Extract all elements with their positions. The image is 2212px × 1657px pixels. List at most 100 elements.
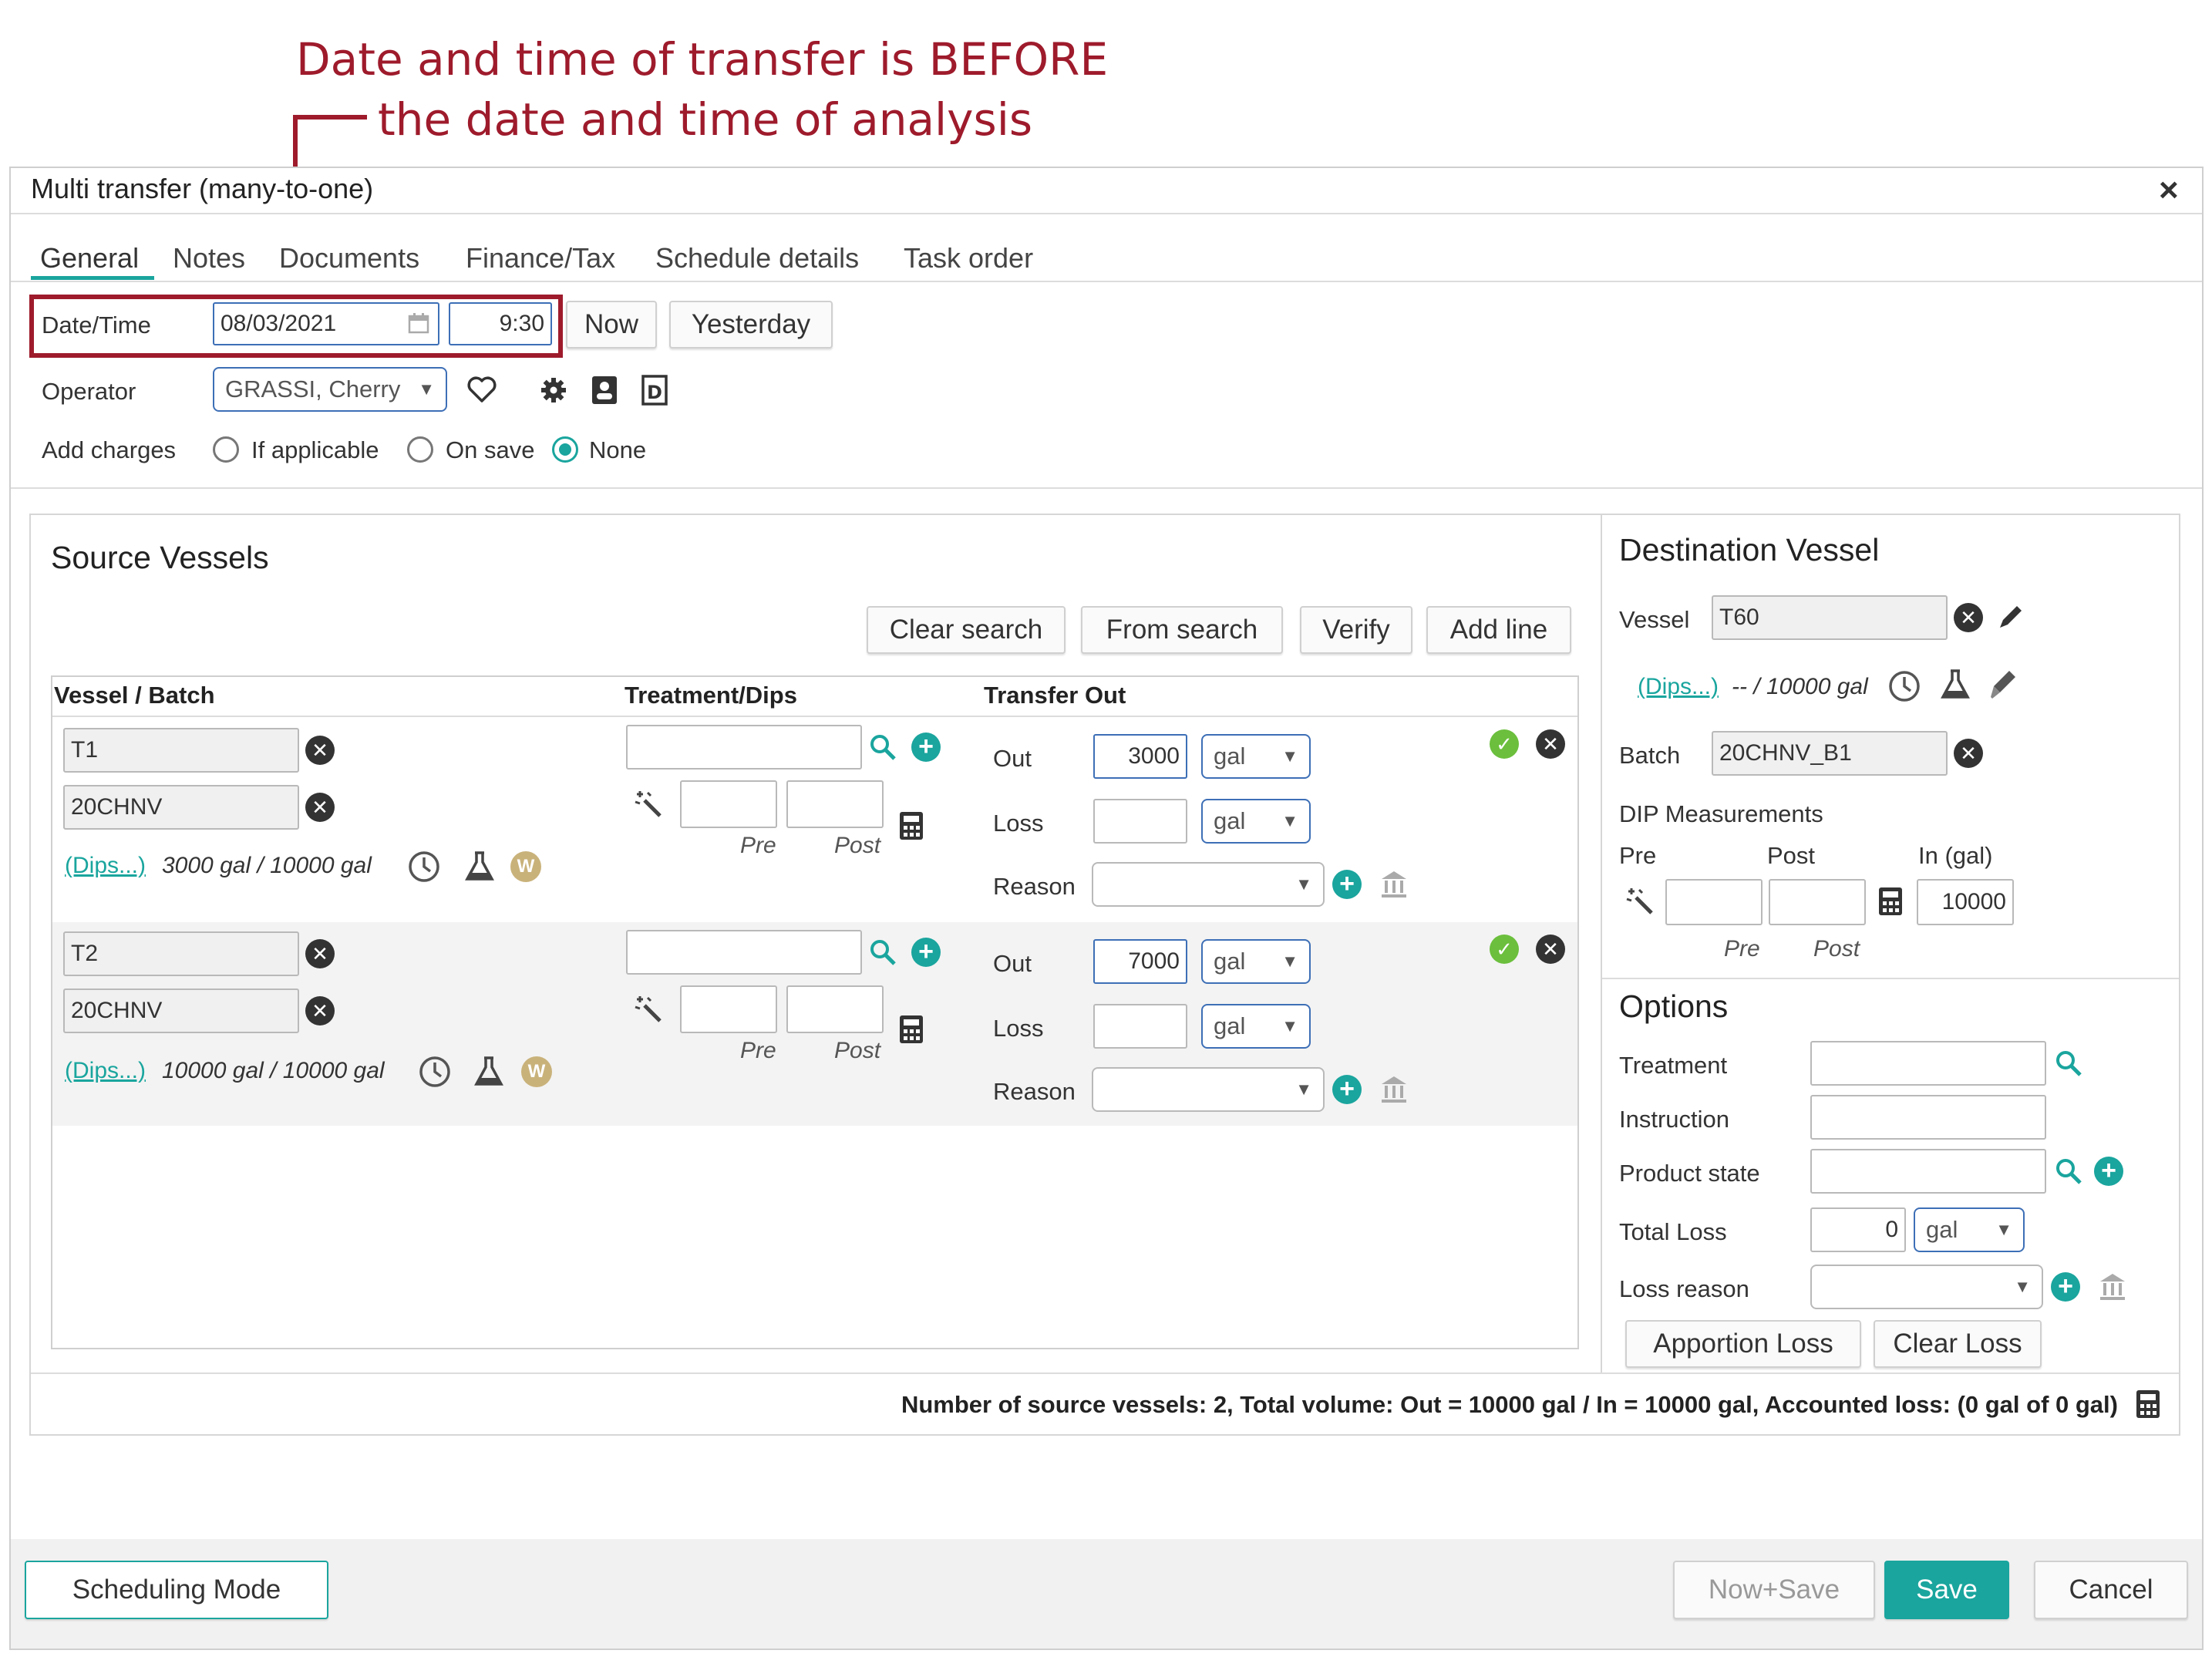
magic-wand-icon[interactable] [1625,887,1656,918]
w-badge-icon[interactable]: W [521,1056,552,1087]
save-button[interactable]: Save [1884,1561,2009,1619]
tab-task-order[interactable]: Task order [904,242,1033,274]
clear-search-button[interactable]: Clear search [867,606,1066,654]
w-badge-icon[interactable]: W [510,851,541,882]
lab-flask-icon[interactable] [1938,668,1972,702]
product-state-input[interactable] [1810,1149,2046,1194]
document-id-icon[interactable]: D [640,373,671,407]
reason-select[interactable]: ▼ [1092,1067,1325,1112]
source-vessel-input[interactable]: T2 [63,931,299,976]
calculator-icon[interactable] [2134,1388,2162,1420]
dip-pre-input[interactable] [680,780,777,828]
source-batch-input[interactable]: 20CHNV [63,785,299,830]
add-reason-icon[interactable]: + [1332,1075,1362,1104]
contact-card-icon[interactable] [589,373,620,407]
operator-select[interactable]: GRASSI, Cherry ▼ [213,367,447,412]
search-icon[interactable] [2054,1049,2083,1078]
verify-button[interactable]: Verify [1300,606,1412,654]
destination-dips-link[interactable]: (Dips...) [1638,674,1719,700]
out-unit-select[interactable]: gal ▼ [1201,734,1311,779]
loss-quantity-input[interactable] [1093,1004,1187,1049]
tab-notes[interactable]: Notes [173,242,245,274]
gear-icon[interactable] [538,375,569,406]
tab-general[interactable]: General [40,242,139,274]
radio-if-applicable[interactable] [213,436,239,463]
loss-quantity-input[interactable] [1093,799,1187,844]
loss-reason-select[interactable]: ▼ [1810,1265,2043,1309]
instruction-input[interactable] [1810,1095,2046,1140]
bank-icon[interactable] [1379,1073,1409,1104]
favorite-heart-icon[interactable] [466,373,498,406]
tab-finance-tax[interactable]: Finance/Tax [466,242,615,274]
add-product-state-icon[interactable]: + [2094,1157,2123,1186]
from-search-button[interactable]: From search [1081,606,1283,654]
calculator-icon[interactable] [897,810,925,842]
clear-vessel-icon[interactable]: ✕ [305,939,335,968]
tab-schedule-details[interactable]: Schedule details [655,242,859,274]
reason-select[interactable]: ▼ [1092,862,1325,907]
clear-batch-icon[interactable]: ✕ [305,996,335,1026]
destination-dip-post-input[interactable] [1769,879,1866,925]
search-icon[interactable] [868,733,897,762]
tab-documents[interactable]: Documents [279,242,419,274]
edit-pencil-icon[interactable] [1995,601,2026,632]
calendar-icon[interactable] [407,312,430,335]
bank-icon[interactable] [2097,1271,2128,1302]
search-icon[interactable] [868,938,897,967]
calculator-icon[interactable] [1877,885,1904,918]
radio-none-label[interactable]: None [589,436,646,464]
add-line-button[interactable]: Add line [1426,606,1571,654]
date-input[interactable]: 08/03/2021 [213,302,439,345]
magic-wand-icon[interactable] [634,995,665,1026]
bank-icon[interactable] [1379,868,1409,899]
pipette-icon[interactable] [1988,668,2018,702]
search-icon[interactable] [2054,1157,2083,1186]
lab-flask-icon[interactable] [472,1055,506,1089]
calculator-icon[interactable] [897,1013,925,1046]
out-quantity-input[interactable]: 3000 [1093,734,1187,779]
out-quantity-input[interactable]: 7000 [1093,939,1187,984]
apportion-loss-button[interactable]: Apportion Loss [1625,1320,1861,1368]
now-button[interactable]: Now [566,301,657,349]
treatment-input[interactable] [626,725,862,770]
close-icon[interactable]: × [2159,171,2179,210]
now-save-button[interactable]: Now+Save [1673,1561,1875,1619]
clear-batch-icon[interactable]: ✕ [305,793,335,822]
remove-row-icon[interactable]: ✕ [1536,729,1565,759]
remove-row-icon[interactable]: ✕ [1536,935,1565,964]
clock-icon[interactable] [407,850,441,884]
radio-none[interactable] [552,436,578,463]
clock-icon[interactable] [418,1055,452,1089]
out-unit-select[interactable]: gal ▼ [1201,939,1311,984]
options-treatment-input[interactable] [1810,1041,2046,1086]
dips-link[interactable]: (Dips...) [65,1058,146,1084]
yesterday-button[interactable]: Yesterday [669,301,833,349]
dip-post-input[interactable] [786,780,884,828]
radio-if-applicable-label[interactable]: If applicable [251,436,379,464]
source-vessel-input[interactable]: T1 [63,728,299,773]
destination-batch-input[interactable]: 20CHNV_B1 [1712,731,1948,776]
destination-dip-pre-input[interactable] [1665,879,1763,925]
add-reason-icon[interactable]: + [1332,870,1362,899]
time-input[interactable]: 9:30 [449,302,552,345]
total-loss-unit-select[interactable]: gal ▼ [1914,1207,2025,1252]
add-treatment-icon[interactable]: + [911,733,941,762]
clock-icon[interactable] [1887,669,1921,703]
cancel-button[interactable]: Cancel [2034,1561,2188,1619]
destination-vessel-input[interactable]: T60 [1712,595,1948,640]
radio-on-save-label[interactable]: On save [446,436,534,464]
lab-flask-icon[interactable] [463,850,497,884]
scheduling-mode-button[interactable]: Scheduling Mode [25,1561,328,1619]
clear-destination-vessel-icon[interactable]: ✕ [1954,603,1983,632]
loss-unit-select[interactable]: gal ▼ [1201,1004,1311,1049]
add-treatment-icon[interactable]: + [911,938,941,967]
radio-on-save[interactable] [407,436,433,463]
dip-post-input[interactable] [786,985,884,1033]
destination-in-input[interactable]: 10000 [1917,879,2014,925]
dips-link[interactable]: (Dips...) [65,853,146,879]
add-loss-reason-icon[interactable]: + [2051,1272,2080,1302]
clear-vessel-icon[interactable]: ✕ [305,736,335,765]
clear-loss-button[interactable]: Clear Loss [1874,1320,2042,1368]
total-loss-input[interactable]: 0 [1810,1207,1906,1252]
source-batch-input[interactable]: 20CHNV [63,988,299,1033]
